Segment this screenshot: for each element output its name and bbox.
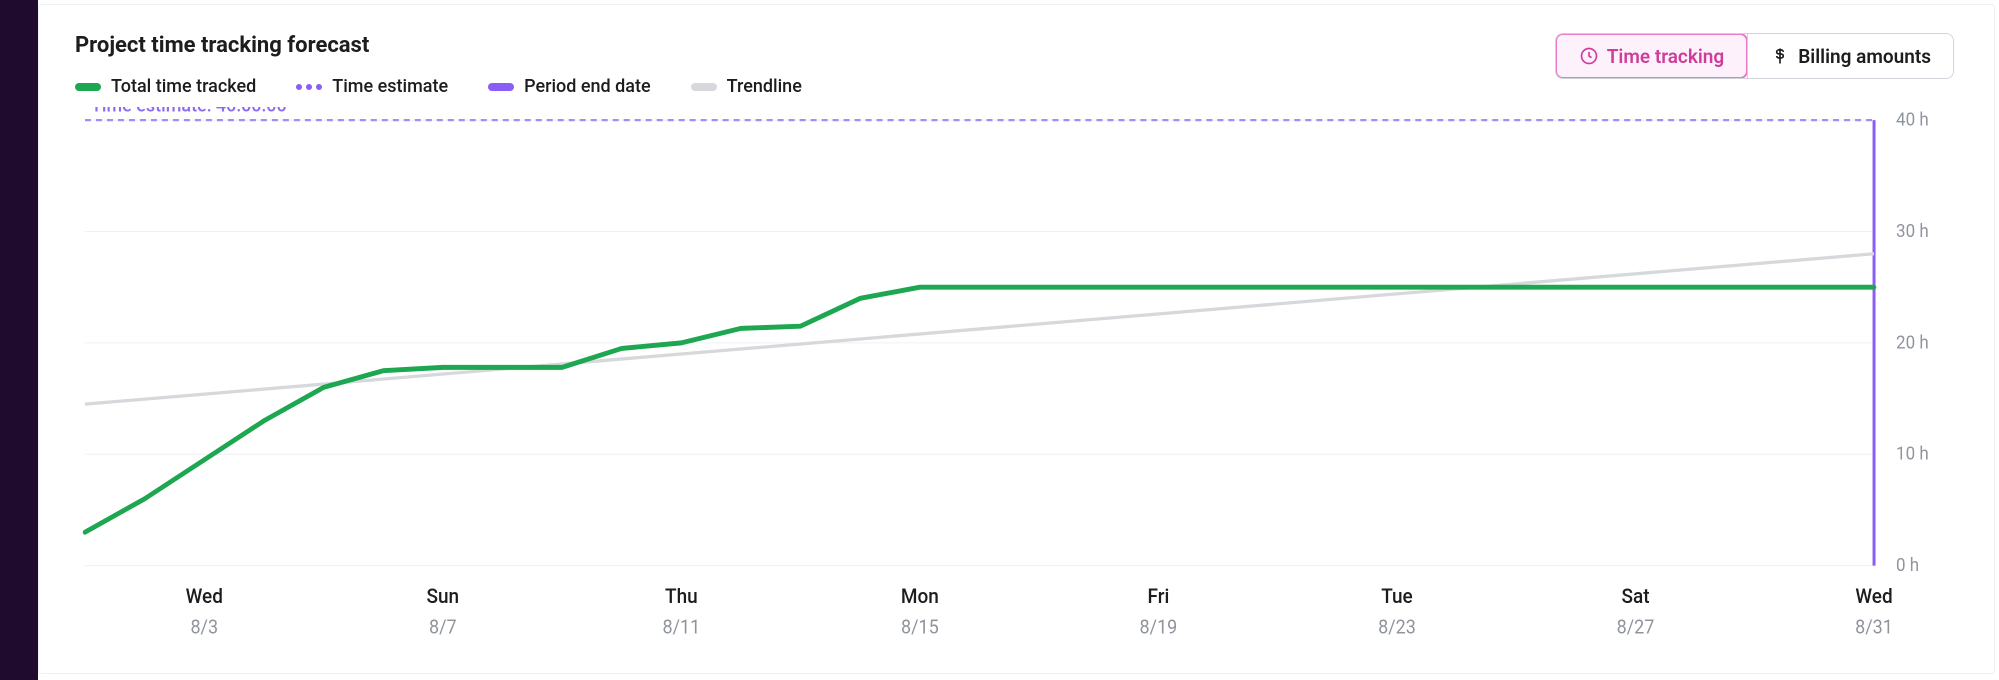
app-sidebar (0, 0, 38, 680)
svg-text:Wed: Wed (1855, 584, 1892, 608)
svg-text:20 h: 20 h (1896, 332, 1929, 354)
chart-container: Time estimate: 40:00:00 0 h 10 h 20 h 30 h 4… (75, 107, 1954, 653)
svg-text:8/27: 8/27 (1617, 616, 1655, 639)
legend-item-tracked: Total time tracked (75, 76, 256, 97)
svg-text:8/31: 8/31 (1855, 616, 1893, 639)
tab-time-tracking[interactable]: Time tracking (1555, 33, 1748, 79)
forecast-panel: Project time tracking forecast Total tim… (38, 4, 1995, 674)
svg-text:0 h: 0 h (1896, 554, 1919, 576)
svg-text:Sun: Sun (426, 584, 459, 608)
svg-text:Tue: Tue (1381, 584, 1413, 608)
legend: Total time tracked Time estimate Period … (75, 76, 802, 97)
svg-text:Mon: Mon (901, 584, 939, 608)
svg-text:Fri: Fri (1148, 584, 1170, 608)
tab-billing-amounts[interactable]: Billing amounts (1747, 34, 1953, 78)
tab-time-label: Time tracking (1607, 45, 1724, 68)
svg-text:8/23: 8/23 (1378, 616, 1416, 639)
swatch-tracked-icon (75, 83, 101, 91)
legend-item-period: Period end date (488, 76, 651, 97)
swatch-estimate-icon (296, 83, 322, 91)
tab-billing-label: Billing amounts (1798, 45, 1931, 68)
svg-text:40 h: 40 h (1896, 109, 1929, 131)
dollar-icon (1770, 46, 1790, 66)
svg-text:30 h: 30 h (1896, 220, 1929, 242)
clock-icon (1579, 46, 1599, 66)
svg-text:Sat: Sat (1621, 584, 1649, 608)
svg-text:8/7: 8/7 (429, 616, 457, 639)
svg-text:8/15: 8/15 (901, 616, 939, 639)
legend-label-tracked: Total time tracked (111, 76, 256, 97)
svg-text:8/3: 8/3 (190, 616, 218, 639)
swatch-period-icon (488, 83, 514, 91)
time-estimate-label: Time estimate: 40:00:00 (91, 107, 287, 117)
svg-text:8/19: 8/19 (1140, 616, 1178, 639)
forecast-chart: Time estimate: 40:00:00 0 h 10 h 20 h 30 h 4… (75, 107, 1954, 653)
panel-header: Project time tracking forecast Total tim… (75, 33, 1954, 107)
legend-label-trend: Trendline (727, 76, 802, 97)
legend-label-period: Period end date (524, 76, 651, 97)
tracked-line (85, 287, 1874, 532)
swatch-trend-icon (691, 83, 717, 91)
svg-text:Thu: Thu (665, 584, 698, 608)
svg-text:10 h: 10 h (1896, 443, 1929, 465)
header-left: Project time tracking forecast Total tim… (75, 33, 802, 107)
svg-text:8/11: 8/11 (662, 616, 700, 639)
legend-label-estimate: Time estimate (332, 76, 448, 97)
legend-item-estimate: Time estimate (296, 76, 448, 97)
page-title: Project time tracking forecast (75, 33, 802, 58)
view-tabs: Time tracking Billing amounts (1555, 33, 1954, 79)
svg-text:Wed: Wed (186, 584, 223, 608)
legend-item-trend: Trendline (691, 76, 802, 97)
